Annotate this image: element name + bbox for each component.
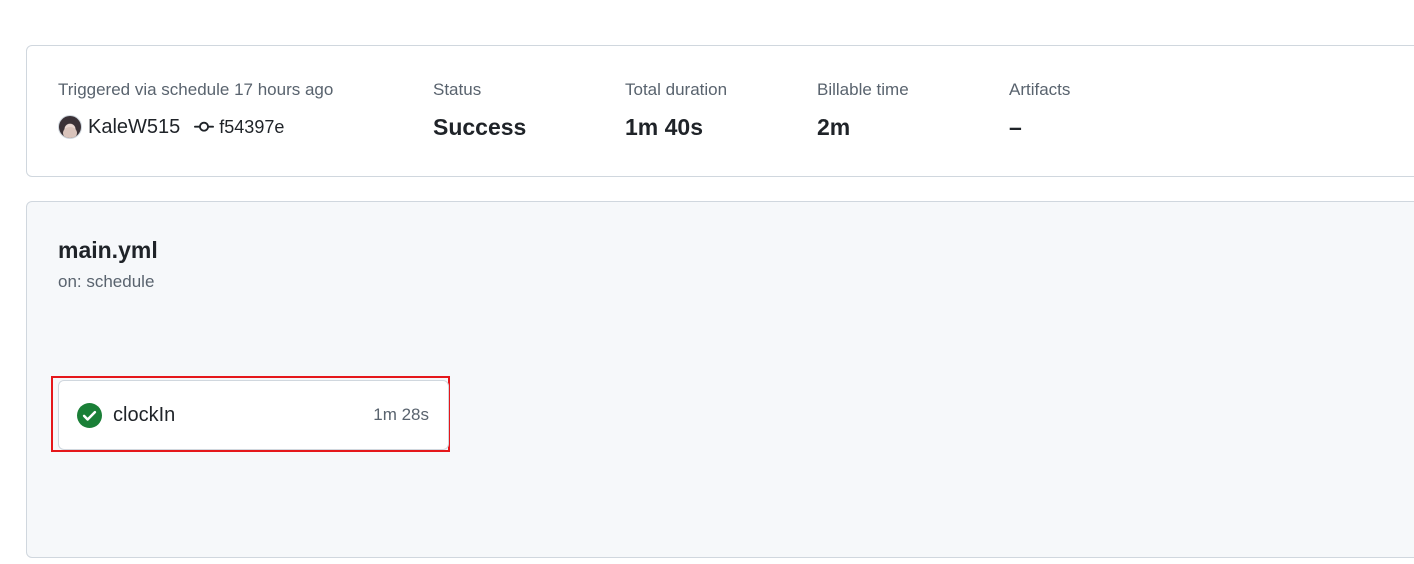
commit-sha-link[interactable]: f54397e <box>219 117 284 138</box>
actor-row: KaleW515 f54397e <box>58 114 333 140</box>
actor-link[interactable]: KaleW515 <box>88 116 180 139</box>
workflow-graph-panel: main.yml on: schedule clockIn 1m 28s <box>26 201 1414 558</box>
billable-value: 2m <box>817 114 851 140</box>
status-value: Success <box>433 114 527 140</box>
duration-section: Total duration 1m 40s <box>625 80 727 140</box>
check-circle-icon <box>77 402 102 428</box>
workflow-trigger: on: schedule <box>58 272 155 291</box>
artifacts-value: – <box>1009 114 1022 140</box>
duration-label: Total duration <box>625 80 728 99</box>
job-card-clockin[interactable]: clockIn 1m 28s <box>58 380 449 450</box>
trigger-label: Triggered via schedule 17 hours ago <box>58 80 334 99</box>
git-commit-icon <box>194 121 215 132</box>
artifacts-section: Artifacts – <box>1009 80 1070 140</box>
billable-section: Billable time 2m <box>817 80 909 140</box>
job-name: clockIn <box>113 403 176 426</box>
workflow-file-name: main.yml <box>58 237 158 263</box>
status-label: Status <box>433 80 482 99</box>
trigger-section: Triggered via schedule 17 hours ago Kale… <box>58 80 333 140</box>
artifacts-label: Artifacts <box>1009 80 1071 99</box>
billable-label: Billable time <box>817 80 909 99</box>
run-summary-card: Triggered via schedule 17 hours ago Kale… <box>26 45 1414 177</box>
duration-value[interactable]: 1m 40s <box>625 114 727 140</box>
status-section: Status Success <box>433 80 526 140</box>
job-duration: 1m 28s <box>373 405 429 424</box>
avatar[interactable] <box>58 115 82 139</box>
